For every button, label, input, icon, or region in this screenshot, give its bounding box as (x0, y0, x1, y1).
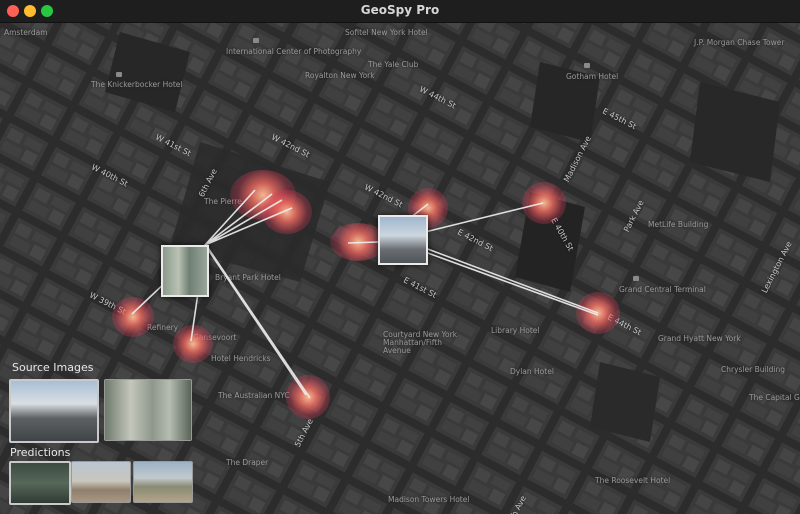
place-label: Hotel Hendricks (211, 354, 271, 363)
place-label: Madison Towers Hotel (388, 495, 470, 504)
hotel-icon (116, 72, 122, 77)
place-label: MetLife Building (648, 220, 709, 229)
heat-spot (522, 182, 566, 224)
heat-spot (286, 375, 330, 419)
place-label: Sofitel New York Hotel (345, 28, 428, 37)
heat-spot (112, 297, 154, 337)
hotel-icon (584, 63, 590, 68)
place-label: J.P. Morgan Chase Tower (694, 38, 785, 47)
prediction-thumbnail[interactable] (133, 461, 193, 503)
place-label: Gotham Hotel (566, 72, 619, 81)
prediction-thumbnail[interactable] (9, 461, 71, 505)
place-label: International Center of Photography (226, 47, 362, 56)
map-view[interactable]: Amsterdam International Center of Photog… (0, 22, 800, 514)
heat-spot (262, 190, 312, 234)
title-bar: GeoSpy Pro (0, 0, 800, 23)
place-label: Grand Central Terminal (619, 285, 706, 294)
place-label: The Knickerbocker Hotel (91, 80, 183, 89)
source-image-thumbnail[interactable] (9, 379, 99, 443)
place-label: Courtyard New York Manhattan/Fifth Avenu… (383, 330, 458, 355)
place-label: Library Hotel (491, 326, 540, 335)
place-label: The Australian NYC (218, 391, 290, 400)
camera-icon (253, 38, 259, 43)
source-photo-marker-street[interactable] (378, 215, 428, 265)
place-label: Chrysler Building (721, 365, 786, 374)
place-label: The Capital Grille (749, 393, 800, 402)
place-label: The Draper (226, 458, 269, 467)
place-label: Bryant Park Hotel (215, 273, 281, 282)
place-label: Amsterdam (4, 28, 48, 37)
prediction-thumbnail[interactable] (71, 461, 131, 503)
camera-icon (633, 276, 639, 281)
source-photo-marker-building[interactable] (161, 245, 209, 297)
heat-spot (576, 292, 620, 334)
app-title: GeoSpy Pro (360, 3, 440, 17)
source-images-heading: Source Images (12, 361, 94, 374)
place-label: The Yale Club (368, 60, 419, 69)
place-label: Royalton New York (305, 71, 375, 80)
source-image-thumbnail[interactable] (104, 379, 192, 441)
place-label: Grand Hyatt New York (658, 334, 741, 343)
heat-spot (173, 325, 213, 363)
place-label: Dylan Hotel (510, 367, 554, 376)
predictions-heading: Predictions (10, 446, 71, 459)
place-label: The Roosevelt Hotel (595, 476, 671, 485)
